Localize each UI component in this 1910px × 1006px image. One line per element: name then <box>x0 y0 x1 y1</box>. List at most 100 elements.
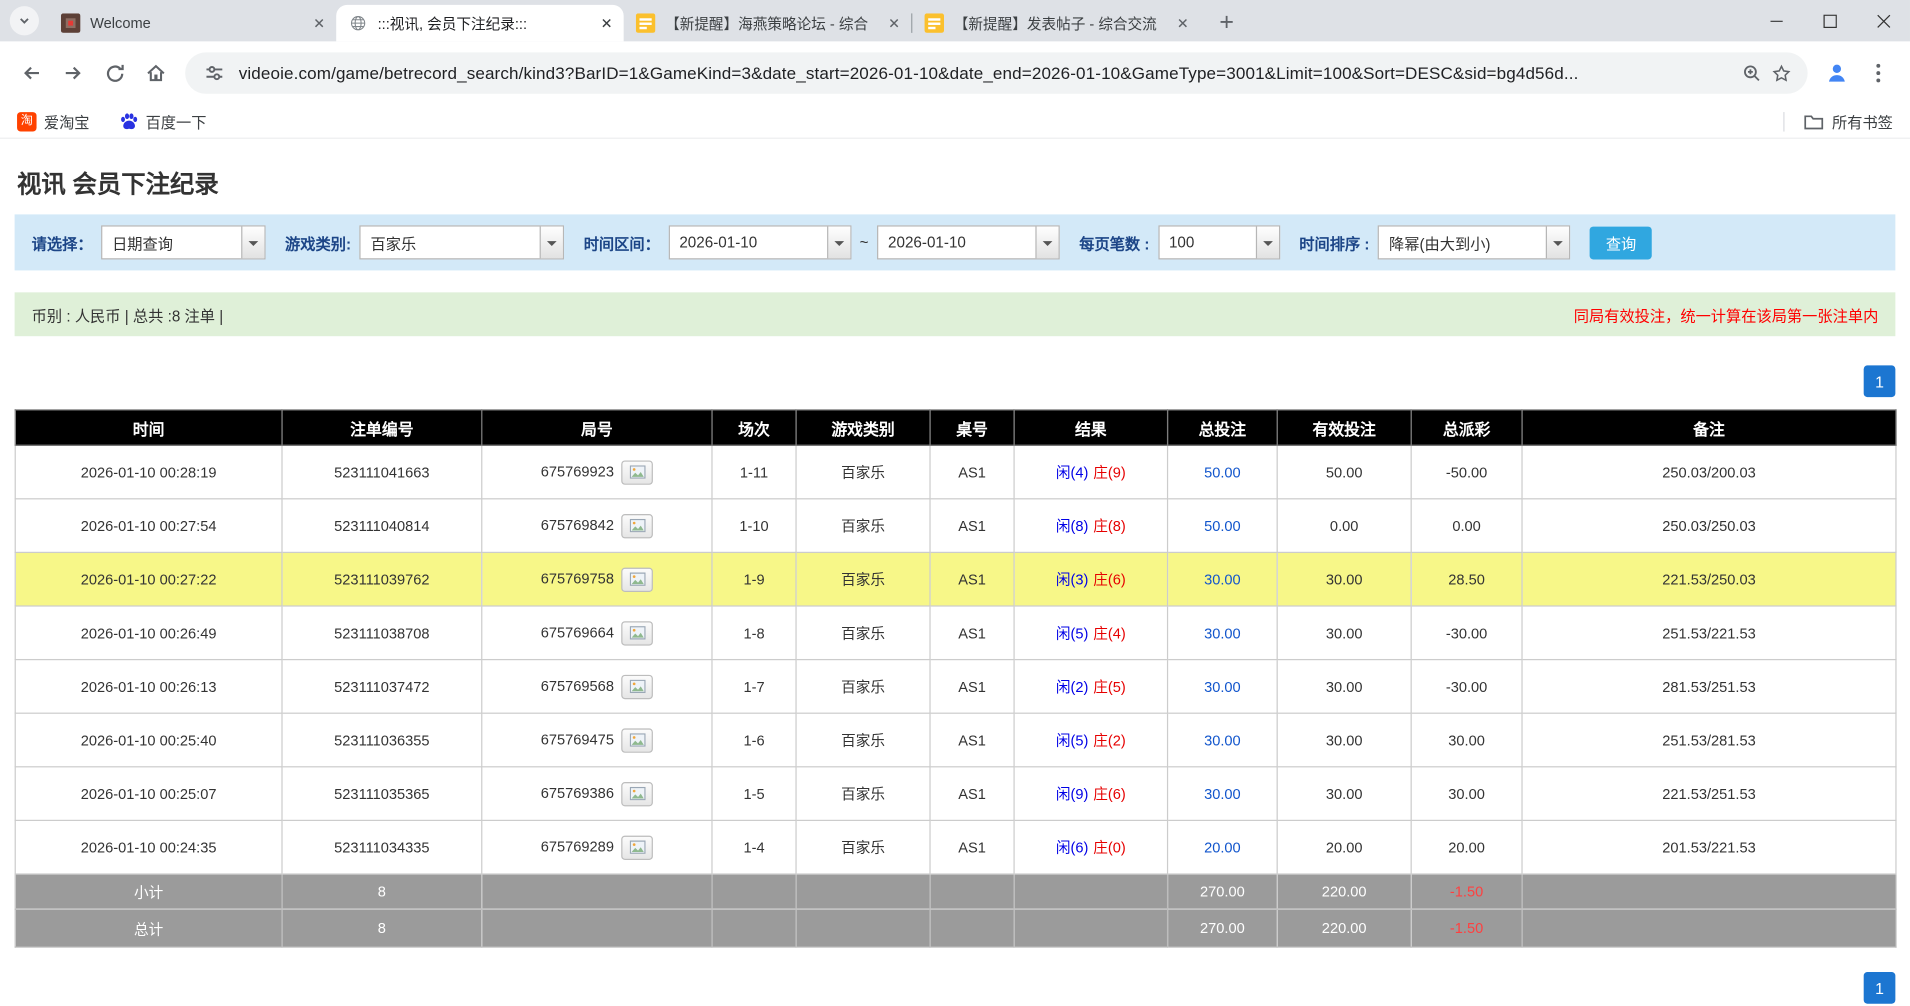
table-row[interactable]: 2026-01-10 00:25:07 523111035365 6757693… <box>15 767 1896 821</box>
cell-payout: 30.00 <box>1411 713 1522 767</box>
bookmark-aitaobao[interactable]: 淘 爱淘宝 <box>17 110 89 133</box>
cell-payout: 0.00 <box>1411 499 1522 553</box>
round-detail-button[interactable] <box>621 728 653 752</box>
table-row[interactable]: 2026-01-10 00:26:49 523111038708 6757696… <box>15 606 1896 660</box>
total-bet-link[interactable]: 30.00 <box>1204 571 1241 588</box>
round-no-text: 675769386 <box>541 784 614 801</box>
table-row[interactable]: 2026-01-10 00:25:40 523111036355 6757694… <box>15 713 1896 767</box>
date-end-input[interactable]: 2026-01-10 <box>877 225 1060 259</box>
three-dot-menu-icon <box>1876 63 1881 82</box>
page-1-button[interactable]: 1 <box>1864 365 1896 397</box>
table-row[interactable]: 2026-01-10 00:28:19 523111041663 6757699… <box>15 445 1896 499</box>
maximize-button[interactable] <box>1803 0 1857 41</box>
page-size-select[interactable]: 100 <box>1158 225 1280 259</box>
query-type-select[interactable]: 日期查询 <box>101 225 265 259</box>
page-size-value: 100 <box>1159 227 1255 259</box>
cell-total-bet: 50.00 <box>1168 499 1278 553</box>
tab-close-icon[interactable] <box>884 13 903 32</box>
cell-round-no: 675769475 <box>482 713 712 767</box>
cell-result: 闲(6)庄(0) <box>1014 820 1167 874</box>
cell-total-bet: 30.00 <box>1168 767 1278 821</box>
bookmark-star-icon[interactable] <box>1766 58 1795 87</box>
profile-icon <box>1825 61 1849 85</box>
total-bet-link[interactable]: 20.00 <box>1204 839 1241 856</box>
table-row[interactable]: 2026-01-10 00:27:54 523111040814 6757698… <box>15 499 1896 553</box>
tab-forum-1[interactable]: 【新提醒】海燕策略论坛 - 综合 <box>624 5 911 42</box>
banker-result: 庄(0) <box>1093 839 1125 856</box>
zoom-icon[interactable] <box>1737 58 1766 87</box>
new-tab-button[interactable] <box>1210 5 1244 39</box>
bookmark-baidu[interactable]: 百度一下 <box>119 110 207 133</box>
summary-bar: 币别 : 人民币 | 总共 :8 注单 | 同局有效投注，统一计算在该局第一张注… <box>15 292 1896 336</box>
column-header-note: 备注 <box>1522 410 1896 445</box>
forward-button[interactable] <box>54 54 93 93</box>
column-header-game-type: 游戏类别 <box>796 410 930 445</box>
cell-time: 2026-01-10 00:27:54 <box>15 499 282 553</box>
cell-valid-bet: 20.00 <box>1277 820 1411 874</box>
forward-icon <box>62 62 84 84</box>
total-bet-link[interactable]: 30.00 <box>1204 731 1241 748</box>
all-bookmarks-label: 所有书签 <box>1832 110 1893 133</box>
tab-close-icon[interactable] <box>597 13 616 32</box>
table-row[interactable]: 2026-01-10 00:26:13 523111037472 6757695… <box>15 660 1896 714</box>
query-type-value: 日期查询 <box>102 227 241 259</box>
banker-result: 庄(6) <box>1093 786 1125 803</box>
back-button[interactable] <box>12 54 51 93</box>
forum-favicon <box>636 13 655 32</box>
menu-button[interactable] <box>1859 54 1898 93</box>
column-header-valid-bet: 有效投注 <box>1277 410 1411 445</box>
cell-time: 2026-01-10 00:25:40 <box>15 713 282 767</box>
chevron-down-icon[interactable] <box>827 227 850 259</box>
site-info-icon[interactable] <box>200 58 229 87</box>
browser-window: Welcome :::视讯, 会员下注纪录::: 【新提醒】海燕策略论坛 - 综… <box>0 0 1910 1006</box>
empty-cell <box>796 909 930 947</box>
filter-bar: 请选择： 日期查询 游戏类别: 百家乐 时间区间： 2026-01-10 ~ 2… <box>15 214 1896 270</box>
tab-welcome[interactable]: Welcome <box>49 5 336 42</box>
chevron-down-icon <box>18 15 30 27</box>
tab-close-icon[interactable] <box>309 13 328 32</box>
round-detail-button[interactable] <box>621 513 653 537</box>
chevron-down-icon[interactable] <box>1255 227 1278 259</box>
round-detail-button[interactable] <box>621 781 653 805</box>
search-button[interactable]: 查询 <box>1590 226 1652 259</box>
cell-time: 2026-01-10 00:27:22 <box>15 552 282 606</box>
cell-note: 251.53/221.53 <box>1522 606 1896 660</box>
table-row[interactable]: 2026-01-10 00:27:22 523111039762 6757697… <box>15 552 1896 606</box>
total-bet-link[interactable]: 30.00 <box>1204 624 1241 641</box>
cell-bet-no: 523111035365 <box>282 767 482 821</box>
date-start-input[interactable]: 2026-01-10 <box>668 225 851 259</box>
total-bet-link[interactable]: 30.00 <box>1204 678 1241 695</box>
all-bookmarks-button[interactable]: 所有书签 <box>1783 110 1893 133</box>
refresh-button[interactable] <box>95 54 134 93</box>
page-1-button[interactable]: 1 <box>1864 972 1896 1004</box>
profile-button[interactable] <box>1817 54 1856 93</box>
round-detail-button[interactable] <box>621 567 653 591</box>
chevron-down-icon[interactable] <box>1035 227 1058 259</box>
total-bet-link[interactable]: 50.00 <box>1204 463 1241 480</box>
tab-betrecord-active[interactable]: :::视讯, 会员下注纪录::: <box>336 5 623 42</box>
tab-close-icon[interactable] <box>1173 13 1192 32</box>
cell-bet-no: 523111040814 <box>282 499 482 553</box>
cell-table-no: AS1 <box>930 552 1014 606</box>
minimize-button[interactable] <box>1749 0 1803 41</box>
chevron-down-icon[interactable] <box>241 227 264 259</box>
chevron-down-icon[interactable] <box>540 227 563 259</box>
round-detail-button[interactable] <box>621 674 653 698</box>
table-row[interactable]: 2026-01-10 00:24:35 523111034335 6757692… <box>15 820 1896 874</box>
game-type-select[interactable]: 百家乐 <box>360 225 565 259</box>
chevron-down-icon[interactable] <box>1546 227 1569 259</box>
round-detail-button[interactable] <box>621 460 653 484</box>
home-button[interactable] <box>136 54 175 93</box>
tab-forum-2[interactable]: 【新提醒】发表帖子 - 综合交流 <box>912 5 1199 42</box>
cell-session: 1-6 <box>712 713 796 767</box>
sort-select[interactable]: 降幂(由大到小) <box>1378 225 1570 259</box>
total-bet-link[interactable]: 50.00 <box>1204 517 1241 534</box>
total-bet-link[interactable]: 30.00 <box>1204 785 1241 802</box>
round-detail-button[interactable] <box>621 835 653 859</box>
summary-text: 币别 : 人民币 | 总共 :8 注单 | <box>32 303 223 326</box>
round-detail-button[interactable] <box>621 621 653 645</box>
url-bar[interactable]: videoie.com/game/betrecord_search/kind3?… <box>185 52 1808 93</box>
close-button[interactable] <box>1856 0 1910 41</box>
photo-icon <box>629 519 645 532</box>
tab-search-button[interactable] <box>10 6 39 35</box>
